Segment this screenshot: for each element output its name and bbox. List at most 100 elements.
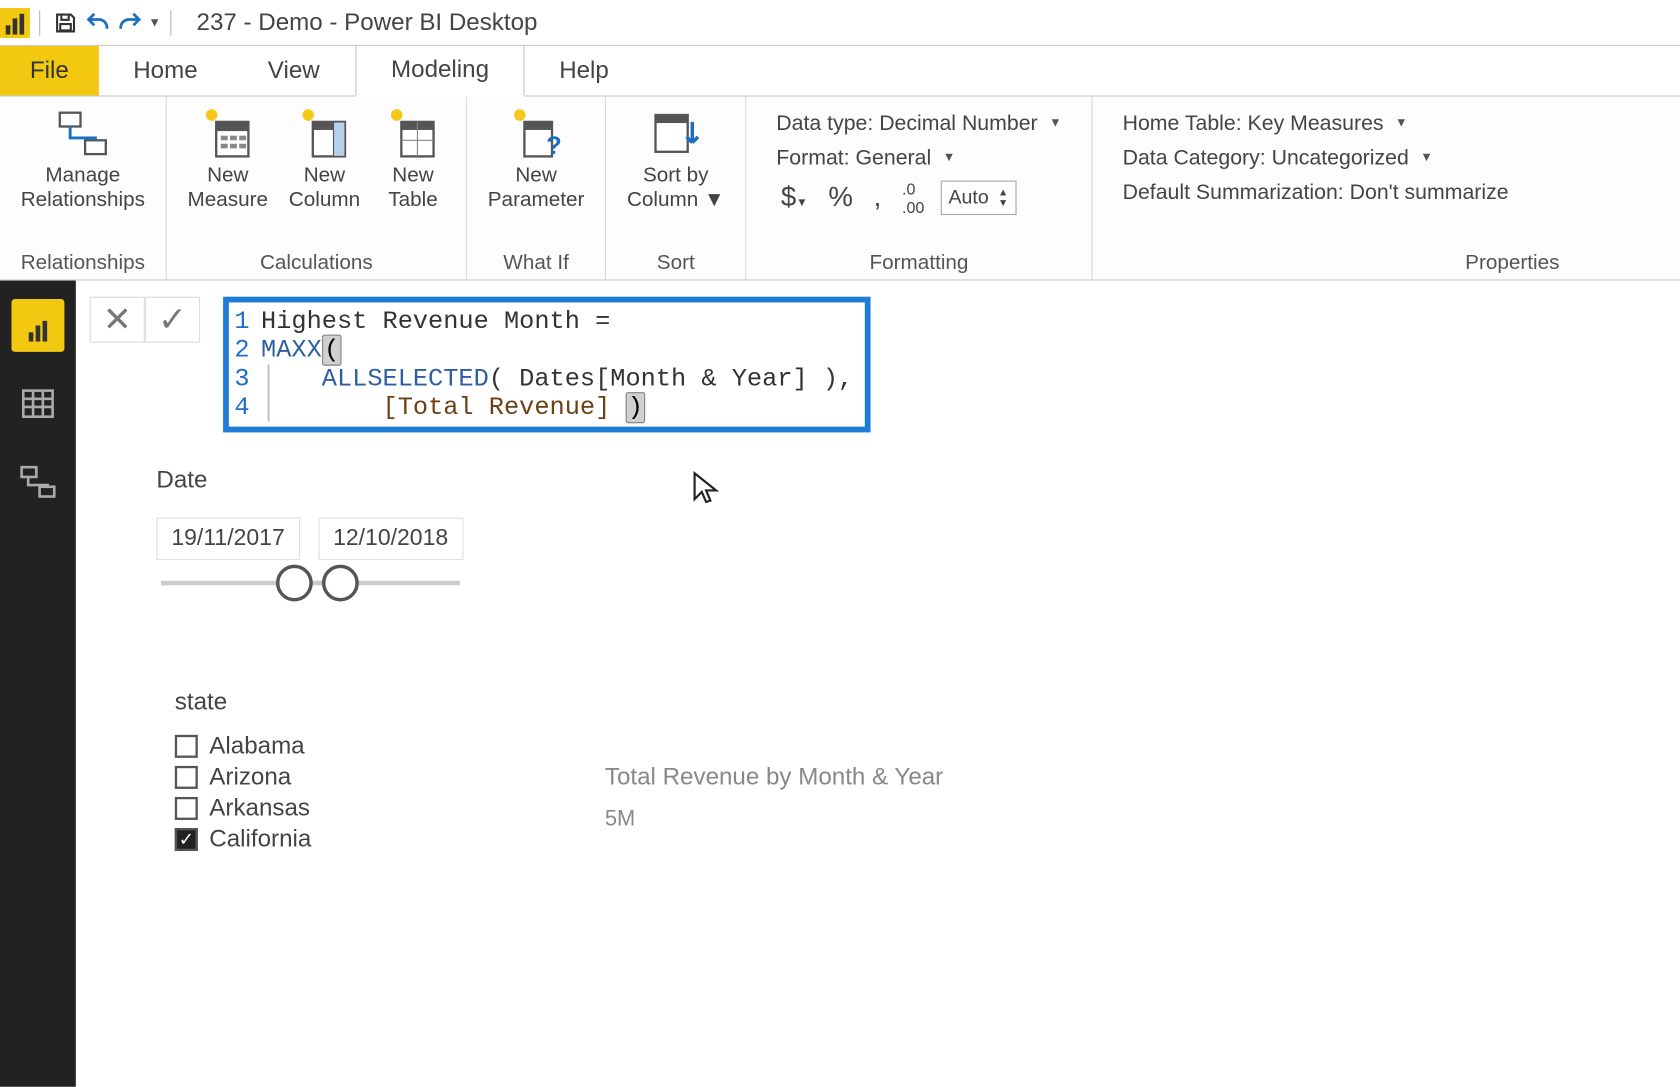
checkbox-icon[interactable] [175, 735, 198, 758]
group-relationships: Manage Relationships Relationships [0, 97, 167, 280]
date-range-slider[interactable] [161, 581, 460, 586]
group-properties: Home Table: Key Measures▼ Data Category:… [1093, 97, 1680, 280]
state-name: Arkansas [209, 795, 310, 823]
new-parameter-button[interactable]: ? New Parameter [483, 104, 589, 214]
tab-home[interactable]: Home [99, 46, 234, 95]
svg-text:?: ? [546, 132, 561, 160]
date-start-input[interactable]: 19/11/2017 [156, 518, 299, 561]
save-button[interactable] [49, 6, 81, 38]
view-switcher-rail [0, 281, 76, 1087]
group-formatting: Data type: Decimal Number▼ Format: Gener… [746, 97, 1092, 280]
date-slicer[interactable]: Date 19/11/2017 12/10/2018 [156, 467, 1680, 585]
label: Sort by Column ▼ [627, 163, 725, 211]
code-text: ( Dates[Month & Year] ), [489, 365, 853, 394]
state-name: Arizona [209, 764, 291, 792]
line-number: 4 [233, 393, 261, 422]
new-parameter-icon: ? [508, 106, 563, 161]
formula-editor[interactable]: 1 Highest Revenue Month = 2 MAXX( 3 │ AL… [223, 297, 870, 433]
chevron-down-icon: ▼ [1049, 116, 1062, 130]
manage-relationships-button[interactable]: Manage Relationships [16, 104, 149, 214]
spinner-icon[interactable]: ▲▼ [998, 187, 1008, 208]
label: New Parameter [488, 163, 585, 211]
data-type-dropdown[interactable]: Data type: Decimal Number▼ [776, 110, 1061, 135]
line-number: 1 [233, 307, 261, 336]
group-sort: Sort by Column ▼ Sort [606, 97, 746, 280]
chevron-down-icon: ▼ [943, 151, 956, 165]
decimal-icon[interactable]: .0.00 [897, 179, 929, 216]
paren-close: ) [625, 392, 645, 423]
group-caption: Sort [622, 248, 729, 274]
save-icon [53, 10, 78, 35]
chevron-down-icon: ▼ [704, 187, 725, 210]
chevron-down-icon: ▼ [1420, 151, 1433, 165]
label: New Table [388, 163, 437, 211]
group-whatif: ? New Parameter What If [467, 97, 606, 280]
tab-view[interactable]: View [233, 46, 355, 95]
formula-bar-row: ✕ ✓ 1 Highest Revenue Month = 2 MAXX( 3 … [90, 297, 1680, 433]
sort-icon [648, 106, 703, 161]
ribbon: Manage Relationships Relationships New M… [0, 97, 1680, 281]
undo-button[interactable] [82, 6, 114, 38]
data-view-button[interactable] [12, 377, 65, 430]
ribbon-tabs: File Home View Modeling Help [0, 46, 1680, 97]
format-dropdown[interactable]: Format: General▼ [776, 145, 1061, 170]
model-view-button[interactable] [12, 455, 65, 508]
checkbox-icon[interactable]: ✓ [175, 828, 198, 851]
new-measure-icon [200, 106, 255, 161]
thousands-button[interactable]: , [869, 182, 886, 214]
label: New Column [289, 163, 360, 211]
relationships-icon [55, 106, 110, 161]
slider-thumb-end[interactable] [322, 565, 359, 602]
group-caption: Formatting [763, 248, 1076, 274]
dax-keyword: ALLSELECTED [322, 365, 489, 394]
default-summarization-dropdown[interactable]: Default Summarization: Don't summarize [1123, 179, 1680, 204]
slicer-label: state [175, 689, 1680, 717]
dax-keyword: MAXX [261, 336, 322, 365]
line-number: 3 [233, 365, 261, 394]
report-canvas[interactable]: ✕ ✓ 1 Highest Revenue Month = 2 MAXX( 3 … [76, 281, 1680, 1087]
paren-open: ( [322, 335, 342, 366]
slicer-label: Date [156, 467, 1680, 495]
checkbox-icon[interactable] [175, 797, 198, 820]
tab-help[interactable]: Help [525, 46, 645, 95]
redo-button[interactable] [114, 6, 146, 38]
decimal-places-input[interactable]: Auto ▲▼ [940, 181, 1016, 216]
percent-button[interactable]: % [824, 182, 858, 214]
tab-file[interactable]: File [0, 46, 99, 95]
commit-formula-button[interactable]: ✓ [145, 297, 200, 343]
dax-measure-ref: [Total Revenue] [383, 393, 611, 422]
chevron-down-icon: ▼ [1395, 116, 1408, 130]
group-caption: Relationships [16, 248, 149, 274]
model-view-icon [18, 462, 57, 501]
line-number: 2 [233, 336, 261, 365]
window-title: 237 - Demo - Power BI Desktop [197, 9, 538, 37]
new-column-button[interactable]: New Column [284, 104, 365, 214]
code-text: Highest Revenue Month = [261, 307, 610, 336]
group-caption: What If [483, 248, 589, 274]
cancel-formula-button[interactable]: ✕ [90, 297, 145, 343]
checkbox-icon[interactable] [175, 766, 198, 789]
separator [170, 10, 171, 35]
new-measure-button[interactable]: New Measure [183, 104, 273, 214]
group-caption: Calculations [183, 248, 450, 274]
chevron-down-icon: ▼ [796, 197, 807, 210]
data-category-dropdown[interactable]: Data Category: Uncategorized▼ [1123, 145, 1680, 170]
revenue-chart[interactable]: Total Revenue by Month & Year 5M [605, 764, 943, 833]
tab-modeling[interactable]: Modeling [355, 46, 524, 97]
report-view-button[interactable] [12, 299, 65, 352]
date-end-input[interactable]: 12/10/2018 [318, 518, 463, 561]
app-icon [0, 7, 30, 37]
home-table-dropdown[interactable]: Home Table: Key Measures▼ [1123, 110, 1680, 135]
state-item[interactable]: Alabama [175, 733, 1680, 761]
new-table-icon [385, 106, 440, 161]
currency-button[interactable]: $▼ [776, 182, 812, 214]
qat-customize-dropdown[interactable]: ▼ [148, 16, 161, 30]
sort-by-column-button[interactable]: Sort by Column ▼ [622, 104, 729, 214]
chart-title: Total Revenue by Month & Year [605, 764, 943, 792]
new-table-button[interactable]: New Table [376, 104, 450, 214]
data-view-icon [18, 384, 57, 423]
slider-thumb-start[interactable] [276, 565, 313, 602]
report-view-icon [18, 306, 57, 345]
label: Manage Relationships [21, 163, 145, 211]
label: New Measure [188, 163, 269, 211]
